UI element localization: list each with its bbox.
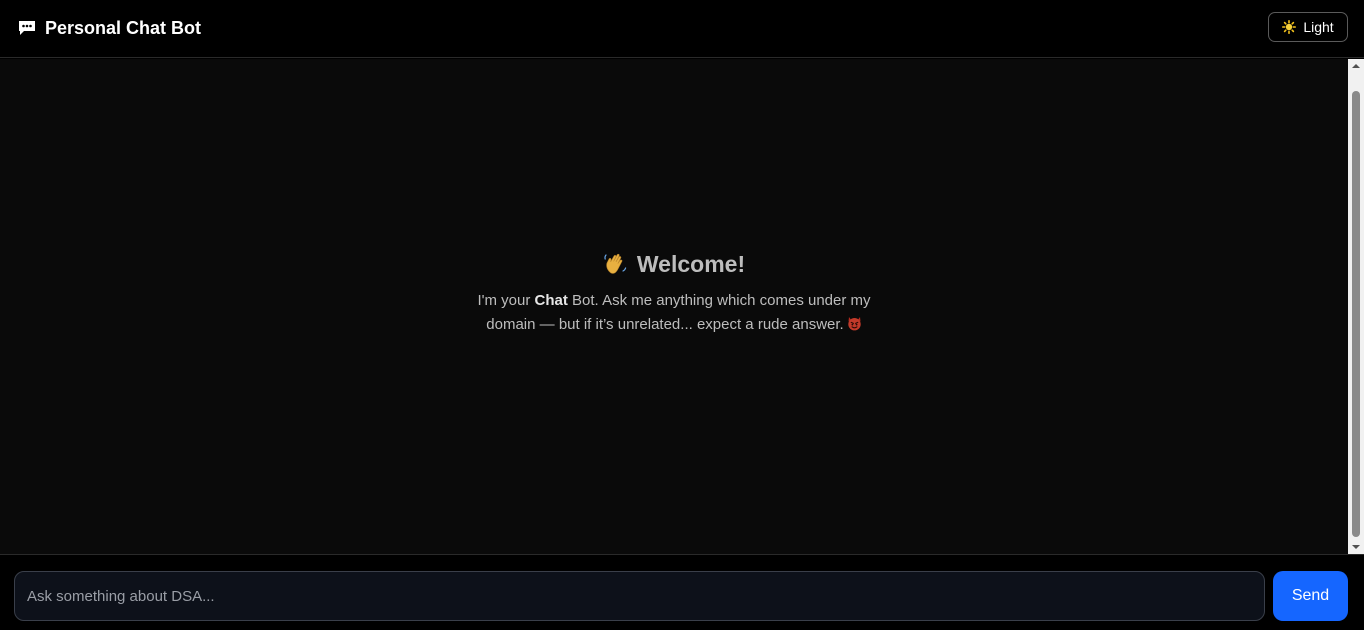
sun-icon	[1282, 20, 1297, 34]
send-button[interactable]: Send	[1273, 571, 1348, 621]
page-title: Personal Chat Bot	[45, 18, 202, 38]
brand: Personal Chat Bot	[18, 17, 201, 39]
scroll-up-arrow-icon[interactable]	[1348, 59, 1364, 73]
scroll-down-arrow-icon[interactable]	[1348, 540, 1364, 554]
welcome-panel: Welcome! I'm your Chat Bot. Ask me anyth…	[424, 249, 924, 337]
scrollbar-thumb[interactable]	[1352, 91, 1360, 537]
welcome-message: I'm your Chat Bot. Ask me anything which…	[454, 289, 894, 337]
chat-messages-area[interactable]: Welcome! I'm your Chat Bot. Ask me anyth…	[0, 59, 1348, 554]
app-header: Personal Chat Bot Light	[0, 0, 1364, 58]
chat-scrollbar[interactable]	[1348, 59, 1364, 554]
welcome-text-prefix: I'm your	[477, 292, 535, 309]
welcome-heading: Welcome!	[424, 249, 924, 279]
welcome-title: Welcome!	[636, 251, 746, 277]
waving-hand-icon	[603, 251, 629, 277]
welcome-text-bold: Chat	[534, 292, 568, 309]
composer-bar: Send	[0, 554, 1364, 630]
chat-icon	[18, 20, 36, 36]
theme-toggle-button[interactable]: Light	[1268, 12, 1348, 42]
theme-toggle-label: Light	[1303, 19, 1334, 35]
message-input[interactable]	[14, 571, 1265, 621]
chat-app: Personal Chat Bot Light Welcome! I'm you…	[0, 0, 1364, 630]
devil-face-icon	[847, 315, 862, 331]
